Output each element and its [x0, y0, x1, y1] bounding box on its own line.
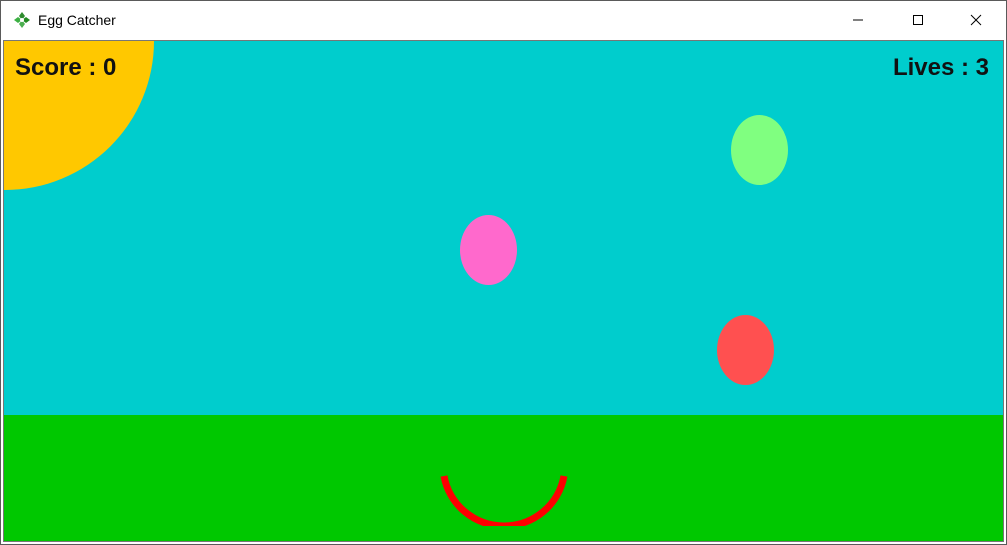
egg-pink: [460, 215, 517, 285]
close-button[interactable]: [947, 1, 1005, 39]
lives-display: Lives : 3: [892, 54, 989, 81]
maximize-icon: [913, 15, 923, 25]
catcher-basket[interactable]: [434, 466, 574, 526]
close-icon: [970, 14, 982, 26]
egg-red: [717, 315, 774, 385]
title-bar[interactable]: Egg Catcher: [1, 1, 1006, 39]
window-title: Egg Catcher: [38, 12, 116, 28]
minimize-icon: [853, 19, 863, 21]
app-window: Egg Catcher Score : 0 Lives : 3: [0, 0, 1007, 545]
minimize-button[interactable]: [829, 1, 887, 39]
maximize-button[interactable]: [889, 1, 947, 39]
egg-green: [731, 115, 788, 185]
app-icon: [13, 11, 31, 29]
game-canvas[interactable]: Score : 0 Lives : 3: [3, 40, 1004, 542]
score-display: Score : 0: [15, 54, 117, 81]
